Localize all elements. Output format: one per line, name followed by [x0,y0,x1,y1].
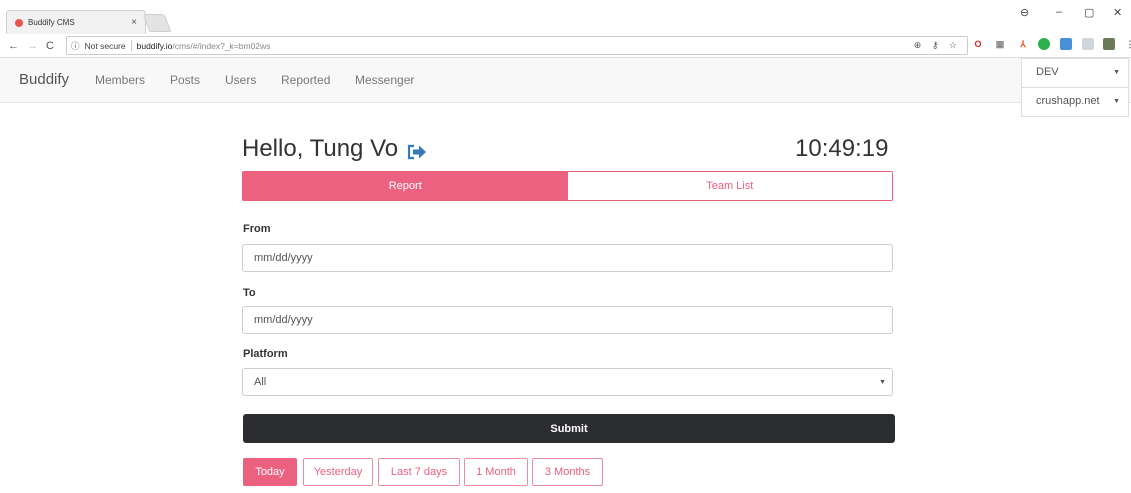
nav-link-messenger[interactable]: Messenger [355,73,414,87]
browser-tab-title: Buddify CMS [28,18,75,27]
platform-select-value: All [254,376,267,388]
to-date-placeholder: mm/dd/yyyy [254,314,313,326]
today-button[interactable]: Today [243,458,297,486]
nav-link-users[interactable]: Users [225,73,256,87]
from-date-field[interactable]: mm/dd/yyyy [242,244,893,272]
security-label: Not secure [84,40,126,51]
pdf-extension-icon[interactable]: ⅄ [1017,38,1029,50]
tab-report[interactable]: Report [243,172,568,200]
platform-label: Platform [243,348,288,360]
tab-close-icon[interactable]: × [131,17,137,28]
tab-team-list[interactable]: Team List [567,172,892,200]
submit-button[interactable]: Submit [243,414,895,443]
extension-icon[interactable] [1082,38,1094,50]
from-date-placeholder: mm/dd/yyyy [254,252,313,264]
from-label: From [243,223,271,235]
chevron-down-icon: ▼ [1113,69,1120,76]
omnibox-action-icons[interactable]: ⊕ ⚷ ☆ [914,40,961,51]
url-host: buddify.io [136,40,173,51]
extension-icon[interactable]: ▦ [994,38,1006,50]
minimize-button[interactable]: – [1056,6,1062,18]
chevron-down-icon: ▼ [1113,98,1120,105]
1-month-button[interactable]: 1 Month [464,458,528,486]
url-input[interactable]: ⓘ Not secure buddify.io /cms/#/index?_k=… [66,36,968,55]
reload-icon[interactable]: C [46,40,54,52]
environment-select[interactable]: DEV ▼ [1021,58,1129,88]
greeting-text: Hello, Tung Vo [242,135,399,162]
opera-extension-icon[interactable]: O [972,38,984,50]
environment-select-value: DEV [1036,66,1059,78]
brand-logo[interactable]: Buddify [19,71,69,88]
3-months-button[interactable]: 3 Months [532,458,603,486]
nav-link-reported[interactable]: Reported [281,73,330,87]
qr-extension-icon[interactable] [1103,38,1115,50]
url-path: /cms/#/index?_k=bm02ws [172,40,271,51]
clock: 10:49:19 [795,135,889,162]
url-separator [130,40,132,51]
restore-button[interactable]: ▢ [1084,6,1094,19]
window-extension-icon[interactable] [1060,38,1072,50]
info-icon[interactable]: ⓘ [71,40,80,52]
yesterday-button[interactable]: Yesterday [303,458,373,486]
browser-tabstrip: Buddify CMS × ⊖ – ▢ ✕ [0,0,1131,34]
platform-select[interactable]: All ▼ [242,368,893,396]
menu-icon[interactable]: ⋮ [1124,38,1131,50]
app-navbar: Buddify Members Posts Users Reported Mes… [0,58,1131,103]
address-bar-row: ← → C ⓘ Not secure buddify.io /cms/#/ind… [0,34,1131,58]
to-date-field[interactable]: mm/dd/yyyy [242,306,893,334]
site-select[interactable]: crushapp.net ▼ [1021,87,1129,117]
browser-tab[interactable]: Buddify CMS × [6,10,146,34]
grammarly-extension-icon[interactable] [1038,38,1050,50]
close-window-button[interactable]: ✕ [1113,6,1122,19]
last-7-days-button[interactable]: Last 7 days [378,458,460,486]
site-select-value: crushapp.net [1036,95,1100,107]
chevron-down-icon: ▼ [879,379,886,386]
nav-link-members[interactable]: Members [95,73,145,87]
new-tab-button[interactable] [142,14,172,32]
favicon-icon [15,18,23,27]
nav-link-posts[interactable]: Posts [170,73,200,87]
to-label: To [243,287,256,299]
profile-icon[interactable]: ⊖ [1020,6,1029,19]
sign-out-icon[interactable] [406,140,428,160]
page-title: Hello, Tung Vo [242,135,428,163]
view-tabs: Report Team List [242,171,893,201]
forward-arrow-icon[interactable]: → [27,40,38,52]
back-arrow-icon[interactable]: ← [8,40,19,52]
